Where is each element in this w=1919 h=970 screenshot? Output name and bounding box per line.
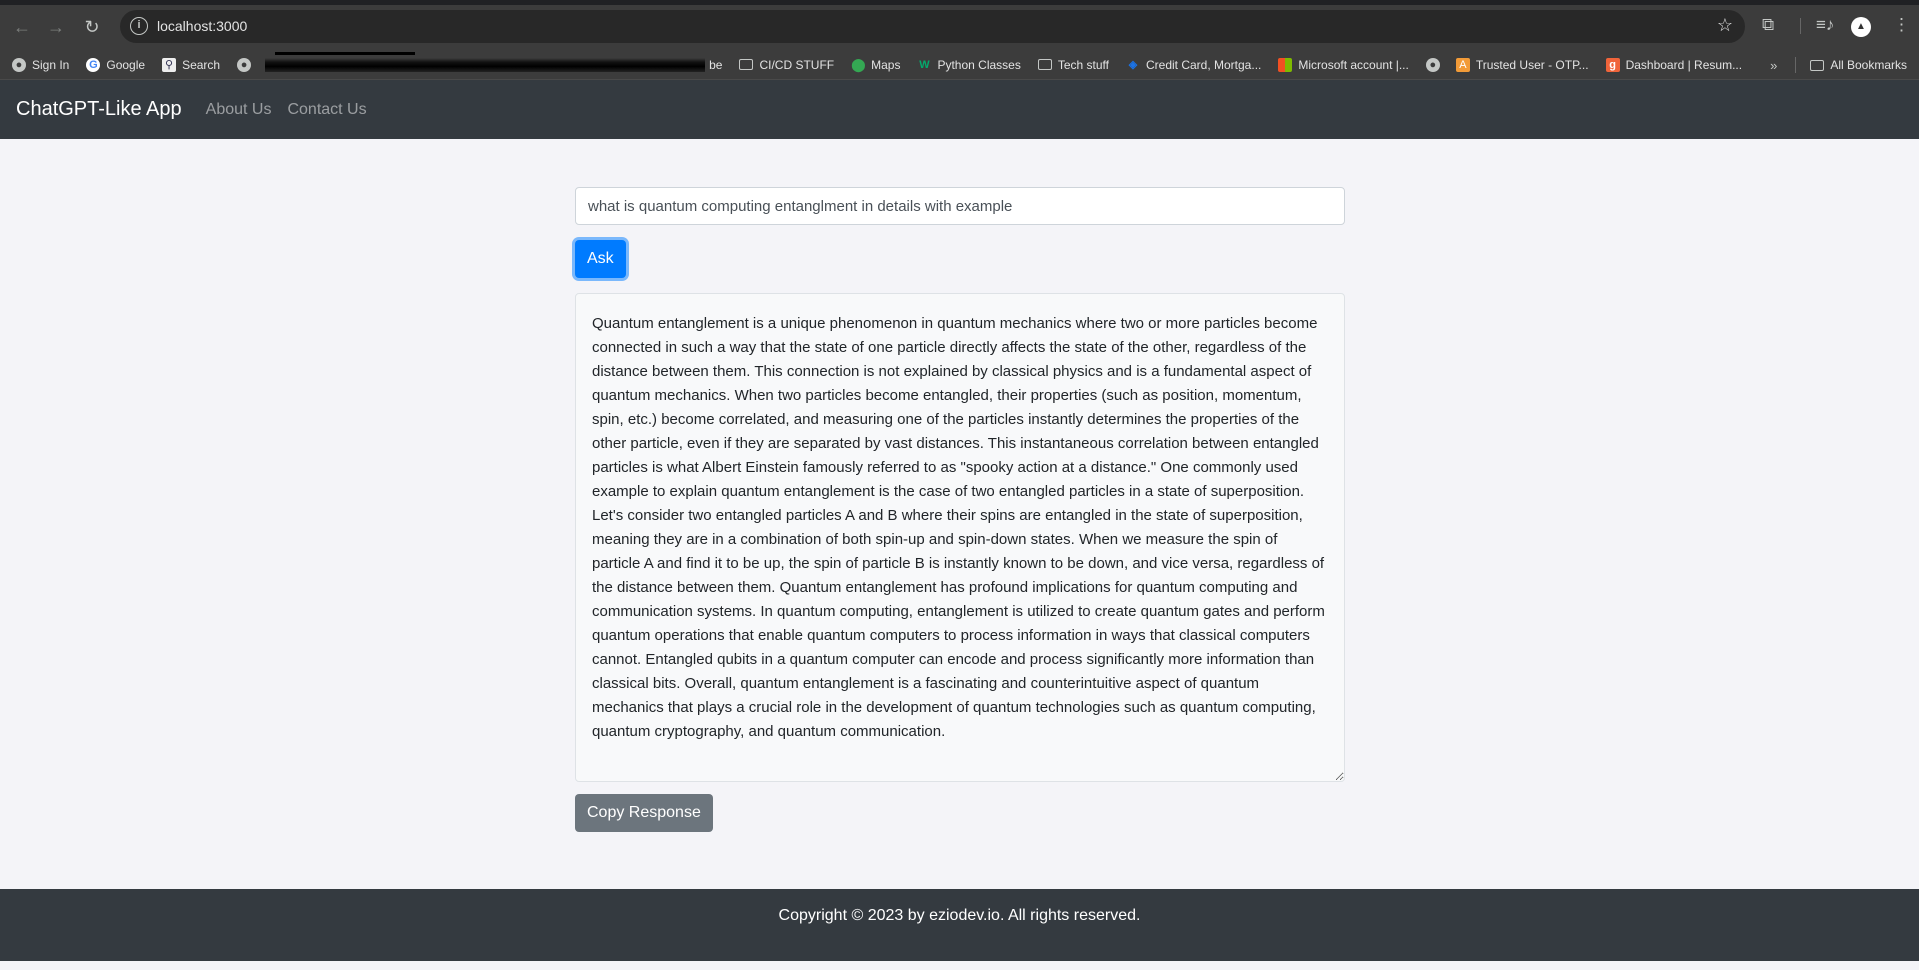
redacted-block <box>265 51 706 72</box>
bookmark-globe[interactable]: ● <box>237 57 257 72</box>
ask-button[interactable]: Ask <box>575 240 626 278</box>
brand-link[interactable]: ChatGPT-Like App <box>16 98 182 121</box>
bookmark-globe-2[interactable]: ● <box>1425 57 1446 72</box>
address-bar[interactable]: i localhost:3000 ☆ <box>120 10 1745 43</box>
chase-icon: ◈ <box>1128 58 1138 71</box>
back-arrow-icon[interactable]: ← <box>8 13 36 41</box>
bookmark-redacted[interactable]: be <box>265 51 722 72</box>
footer: Copyright © 2023 by eziodev.io. All righ… <box>0 889 1919 961</box>
nav-link-about-us[interactable]: About Us <box>206 101 272 119</box>
bookmark-dashboard[interactable]: g Dashboard | Resum... <box>1605 57 1742 72</box>
bookmark-credit-card[interactable]: ◈ Credit Card, Mortga... <box>1126 58 1262 72</box>
bookmark-python-classes[interactable]: W Python Classes <box>917 58 1021 72</box>
app-navbar: ChatGPT-Like App About Us Contact Us <box>0 80 1919 139</box>
bookmarks-divider <box>1795 57 1797 73</box>
globe-icon: ● <box>237 57 252 72</box>
google-icon: G <box>86 57 101 72</box>
main-content: Ask Quantum entanglement is a unique phe… <box>0 139 1919 888</box>
folder-icon <box>1810 59 1825 71</box>
bookmark-google[interactable]: G Google <box>86 57 145 72</box>
forward-arrow-icon[interactable]: → <box>42 13 70 41</box>
bookmark-sign-in[interactable]: ● Sign In <box>12 57 69 72</box>
toolbar-divider <box>1800 18 1801 34</box>
nav-link-contact-us[interactable]: Contact Us <box>287 101 366 119</box>
bookmark-folder-tech[interactable]: Tech stuff <box>1037 58 1109 72</box>
bookmarks-bar: ● Sign In G Google ⚲ Search ● be CI/CD STUF… <box>0 50 1919 80</box>
bookmark-search[interactable]: ⚲ Search <box>162 57 220 72</box>
microsoft-icon <box>1278 57 1293 72</box>
copyright-text: Copyright © 2023 by eziodev.io. All righ… <box>778 907 1141 924</box>
chat-container: Ask Quantum entanglement is a unique phe… <box>575 187 1345 832</box>
extensions-icon[interactable]: ⧉ <box>1762 13 1774 37</box>
folder-icon <box>1037 59 1052 70</box>
trusted-user-icon: A <box>1455 57 1470 72</box>
search-icon: ⚲ <box>162 57 177 72</box>
globe-icon: ● <box>12 57 26 72</box>
copy-response-button[interactable]: Copy Response <box>575 794 713 832</box>
g-icon: g <box>1605 57 1620 72</box>
bookmark-folder-cicd[interactable]: CI/CD STUFF <box>739 58 834 72</box>
folder-icon <box>739 59 754 70</box>
maps-pin-icon: ⬤ <box>851 56 866 72</box>
globe-icon: ● <box>1425 57 1440 72</box>
question-input[interactable] <box>575 187 1345 225</box>
site-info-icon[interactable]: i <box>130 17 148 35</box>
bookmark-microsoft[interactable]: Microsoft account |... <box>1278 57 1409 72</box>
browser-toolbar: ← → ↻ i localhost:3000 ☆ ⧉ ≡♪ ▲ ⋮ <box>0 0 1919 50</box>
media-control-icon[interactable]: ≡♪ <box>1816 13 1834 37</box>
bookmark-star-icon[interactable]: ☆ <box>1717 15 1733 36</box>
all-bookmarks-button[interactable]: All Bookmarks <box>1810 58 1907 72</box>
more-bookmarks-button[interactable]: » <box>1770 58 1777 73</box>
more-menu-icon[interactable]: ⋮ <box>1893 13 1910 37</box>
bookmark-maps[interactable]: ⬤ Maps <box>851 56 900 72</box>
reload-icon[interactable]: ↻ <box>78 13 106 41</box>
profile-avatar[interactable]: ▲ <box>1851 17 1871 37</box>
url-text[interactable]: localhost:3000 <box>157 18 247 34</box>
bookmark-trusted-user[interactable]: A Trusted User - OTP... <box>1455 57 1589 72</box>
response-textarea[interactable]: Quantum entanglement is a unique phenome… <box>575 293 1345 782</box>
w3-icon: W <box>919 58 930 71</box>
